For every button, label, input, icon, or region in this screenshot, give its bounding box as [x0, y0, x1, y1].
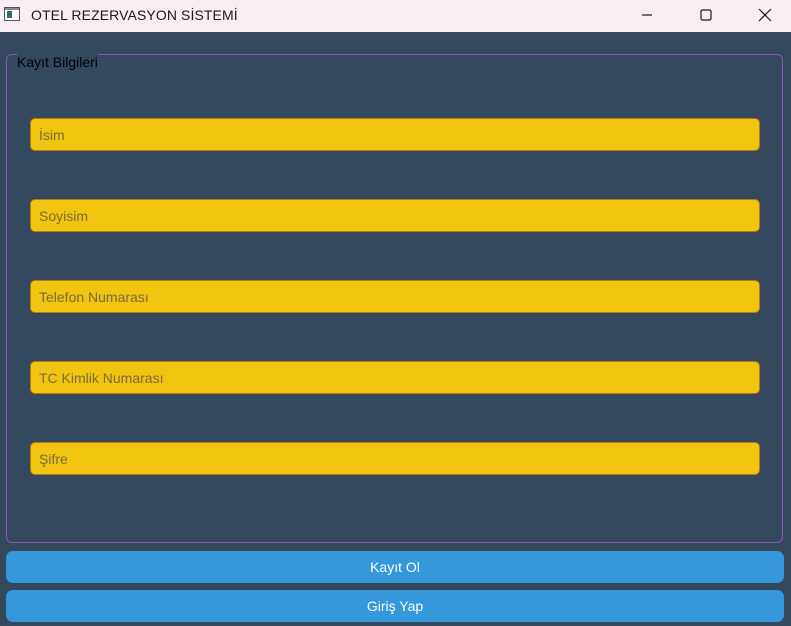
group-title: Kayıt Bilgileri [17, 54, 98, 70]
minimize-button[interactable] [618, 0, 676, 30]
password-input[interactable] [30, 442, 760, 475]
app-window-icon [4, 7, 20, 21]
minimize-icon [642, 14, 652, 16]
close-button[interactable] [736, 0, 791, 30]
title-bar[interactable]: OTEL REZERVASYON SİSTEMİ [0, 0, 791, 32]
app-window: OTEL REZERVASYON SİSTEMİ Kayıt Bilgileri… [0, 0, 791, 626]
window-title: OTEL REZERVASYON SİSTEMİ [31, 7, 238, 23]
last-name-input[interactable] [30, 199, 760, 232]
maximize-button[interactable] [677, 0, 735, 30]
maximize-icon [700, 9, 712, 21]
tc-id-number-input[interactable] [30, 361, 760, 394]
phone-number-input[interactable] [30, 280, 760, 313]
first-name-input[interactable] [30, 118, 760, 151]
close-icon [758, 8, 772, 22]
login-button[interactable]: Giriş Yap [6, 590, 784, 622]
register-button[interactable]: Kayıt Ol [6, 551, 784, 583]
